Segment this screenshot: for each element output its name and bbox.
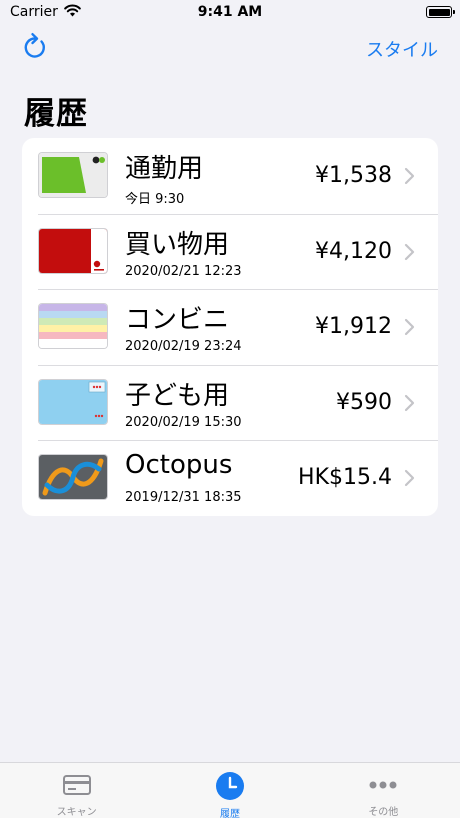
chevron-right-icon — [404, 394, 415, 411]
card-name: 通勤用 — [125, 154, 204, 184]
card-row-commute[interactable]: 通勤用 今日 9:30 ¥1,538 — [22, 138, 438, 214]
chevron-right-icon — [404, 167, 415, 185]
light-blue-card-thumbnail — [39, 379, 107, 424]
status-left: Carrier — [10, 4, 81, 21]
card-balance: ¥590 — [336, 389, 392, 415]
clock-icon — [215, 771, 245, 801]
card-date: 今日 9:30 — [125, 192, 185, 207]
status-bar: Carrier 9:41 AM — [0, 0, 460, 24]
tab-label: 履歴 — [219, 809, 240, 818]
card-balance: ¥1,538 — [315, 163, 392, 188]
chevron-right-icon — [404, 319, 415, 336]
card-date: 2020/02/19 23:24 — [125, 339, 242, 355]
refresh-icon — [22, 32, 48, 64]
card-name: Octopus — [125, 450, 233, 481]
tab-label: その他 — [368, 807, 399, 818]
battery-icon — [426, 6, 455, 18]
refresh-button[interactable] — [20, 32, 50, 64]
card-row-kids[interactable]: 子ども用 2020/02/19 15:30 ¥590 — [22, 364, 438, 441]
tab-bar: スキャン 履歴 その他 — [0, 762, 460, 818]
tab-scan[interactable]: スキャン — [0, 763, 153, 818]
chevron-right-icon — [404, 243, 415, 260]
card-row-octopus[interactable]: Octopus 2019/12/31 18:35 HK$15.4 — [22, 440, 438, 516]
card-icon — [62, 771, 92, 799]
card-date: 2020/02/19 15:30 — [125, 414, 242, 430]
chevron-right-icon — [404, 470, 415, 487]
page-title: 履歴 — [24, 96, 88, 132]
wifi-icon — [64, 4, 81, 21]
octopus-card-thumbnail — [39, 455, 107, 500]
card-balance: ¥1,912 — [315, 314, 392, 340]
green-card-thumbnail — [39, 153, 107, 197]
tab-history[interactable]: 履歴 — [153, 763, 306, 818]
card-name: コンビニ — [125, 305, 230, 336]
nav-bar: スタイル — [0, 28, 460, 68]
card-name: 子ども用 — [125, 380, 230, 411]
carrier-label: Carrier — [10, 4, 58, 20]
more-icon — [368, 771, 398, 799]
pastel-stripe-card-thumbnail — [39, 304, 107, 349]
card-name: 買い物用 — [125, 229, 230, 260]
tab-more[interactable]: その他 — [307, 763, 460, 818]
style-button[interactable]: スタイル — [366, 36, 438, 62]
card-balance: HK$15.4 — [298, 465, 392, 491]
card-list: 通勤用 今日 9:30 ¥1,538 買い物用 2020/02/21 12:23… — [22, 138, 438, 516]
card-row-shopping[interactable]: 買い物用 2020/02/21 12:23 ¥4,120 — [22, 213, 438, 290]
red-card-thumbnail — [39, 228, 107, 273]
card-date: 2019/12/31 18:35 — [125, 490, 242, 506]
card-date: 2020/02/21 12:23 — [125, 263, 242, 279]
card-balance: ¥4,120 — [315, 238, 392, 264]
card-row-convenience[interactable]: コンビニ 2020/02/19 23:24 ¥1,912 — [22, 289, 438, 365]
tab-label: スキャン — [56, 807, 97, 818]
